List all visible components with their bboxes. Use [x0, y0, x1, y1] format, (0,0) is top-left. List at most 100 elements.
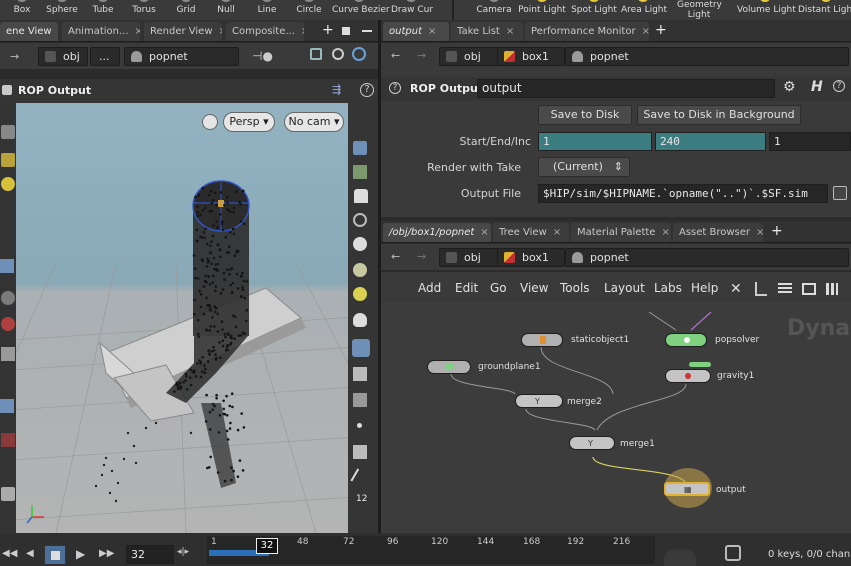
add-tab-icon[interactable]: +	[771, 223, 783, 239]
timeline-track[interactable]: 1 48 72 96 120 144 168 192 216 32	[207, 536, 655, 564]
view-tool-icon[interactable]	[0, 259, 14, 273]
active-display-icon[interactable]	[352, 339, 370, 357]
pose-tool-icon[interactable]	[1, 347, 15, 361]
tab-asset-browser[interactable]: Asset Browser ×	[673, 223, 763, 242]
network-canvas[interactable]: Dynam staticobject1 popsolver groundplan…	[381, 302, 851, 533]
grid-view-icon[interactable]	[826, 283, 838, 295]
tab-output[interactable]: output ×	[383, 22, 449, 41]
transform-tool-icon[interactable]	[0, 399, 14, 413]
shelf-tool-camera[interactable]: Camera	[476, 0, 512, 20]
shelf-tool-box[interactable]: Box	[6, 0, 38, 20]
lightbulb-icon[interactable]	[353, 263, 367, 277]
handle-tool-icon[interactable]	[1, 153, 15, 167]
menu-labs[interactable]: Labs	[654, 281, 682, 295]
panel-view-icon[interactable]	[802, 283, 816, 295]
display-wire-icon[interactable]	[353, 141, 367, 155]
tab-animation[interactable]: Animation... ×	[62, 22, 140, 41]
tab-tree-view[interactable]: Tree View ×	[493, 223, 569, 242]
add-tab-icon[interactable]: +	[655, 22, 667, 38]
menu-edit[interactable]: Edit	[455, 281, 478, 295]
lock-camera-icon[interactable]	[202, 114, 218, 130]
path-obj[interactable]: obj	[439, 248, 499, 267]
display-shaded-icon[interactable]	[353, 165, 367, 179]
h-icon[interactable]: H	[811, 79, 823, 95]
normal-icon[interactable]	[353, 445, 367, 459]
point-number-icon[interactable]: 12	[356, 494, 367, 504]
tab-network-popnet[interactable]: /obj/box1/popnet ×	[383, 223, 491, 242]
menu-tools[interactable]: Tools	[560, 281, 590, 295]
merge1-node[interactable]: Y	[569, 436, 615, 450]
current-frame-marker[interactable]: 32	[256, 538, 278, 554]
tab-take-list[interactable]: Take List ×	[451, 22, 523, 41]
staticobject-node[interactable]	[521, 333, 563, 347]
path-popnet[interactable]: popnet	[565, 248, 849, 267]
save-to-disk-button[interactable]: Save to Disk	[538, 105, 632, 125]
bypass-flag[interactable]	[689, 362, 711, 367]
path-obj[interactable]: obj	[439, 47, 499, 66]
path-ellipsis[interactable]: ...	[90, 47, 120, 66]
tab-composite[interactable]: Composite...×	[226, 22, 304, 41]
back-arrow-icon[interactable]: ←	[391, 49, 400, 62]
shelf-tool-curve-bezier[interactable]: Curve Bezier	[332, 0, 390, 20]
menu-layout[interactable]: Layout	[604, 281, 645, 295]
maximize-icon[interactable]	[362, 30, 372, 32]
render-take-dropdown[interactable]: (Current) ⇕	[538, 157, 630, 177]
menu-help[interactable]: Help	[691, 281, 718, 295]
output-node[interactable]: ▦	[664, 482, 710, 496]
shelf-tool-torus[interactable]: Torus	[128, 0, 160, 20]
path-box1[interactable]: box1	[497, 248, 565, 267]
target-icon[interactable]	[352, 47, 366, 61]
menu-go[interactable]: Go	[490, 281, 507, 295]
back-arrow-icon[interactable]: ←	[391, 250, 400, 263]
shelf-tool-spot-light[interactable]: Spot Light	[571, 0, 617, 20]
back-arrow-icon[interactable]: →	[10, 50, 19, 63]
shelf-tool-area-light[interactable]: Area Light	[621, 0, 667, 20]
shelf-tool-sphere[interactable]: Sphere	[44, 0, 80, 20]
help-icon[interactable]: ?	[389, 82, 401, 94]
path-box1[interactable]: box1	[497, 47, 565, 66]
template-icon[interactable]	[353, 367, 367, 381]
camera-dropdown[interactable]: No cam ▾	[284, 112, 344, 132]
path-popnet[interactable]: popnet	[565, 47, 849, 66]
camera-icon[interactable]	[353, 393, 367, 407]
frame-field[interactable]: 32	[126, 545, 174, 564]
brush-tool-icon[interactable]	[1, 291, 15, 305]
file-browse-icon[interactable]	[833, 186, 847, 200]
merge2-node[interactable]: Y	[515, 394, 563, 408]
scene-viewport[interactable]: Persp ▾ No cam ▾	[16, 103, 348, 533]
path-popnet[interactable]: popnet	[124, 47, 239, 66]
gear-icon[interactable]: ⚙	[783, 79, 796, 95]
forward-arrow-icon[interactable]: →	[417, 250, 426, 263]
tab-material-palette[interactable]: Material Palette ×	[571, 223, 671, 242]
shelf-tool-circle[interactable]: Circle	[292, 0, 326, 20]
paint-tool-icon[interactable]	[1, 317, 15, 331]
shelf-tool-geometry-light[interactable]: Geometry Light	[677, 0, 725, 20]
wrench-icon[interactable]: ✕	[730, 281, 742, 297]
tab-performance-monitor[interactable]: Performance Monitor ×	[525, 22, 649, 41]
increment-field[interactable]: 1	[769, 132, 851, 151]
rop-name-field[interactable]: output	[477, 79, 775, 98]
pane-divider[interactable]	[378, 20, 381, 533]
pin-icon[interactable]: ⊣●	[252, 49, 273, 63]
handle2-tool-icon[interactable]	[1, 433, 15, 447]
jump-end-icon[interactable]: ▶▶	[99, 548, 114, 559]
shelf-tool-grid[interactable]: Grid	[172, 0, 200, 20]
tree-layout-icon[interactable]	[755, 282, 767, 296]
xray-icon[interactable]	[353, 213, 367, 227]
display-options-icon[interactable]: ⇶	[332, 83, 346, 97]
render-region-icon[interactable]	[1, 487, 15, 501]
shelf-tool-volume-light[interactable]: Volume Light	[737, 0, 796, 20]
lock-icon[interactable]	[354, 189, 368, 203]
popsolver-node[interactable]	[665, 333, 707, 347]
gravity-node[interactable]	[665, 369, 711, 383]
key-options-icon[interactable]	[725, 545, 741, 561]
help-icon[interactable]: ?	[360, 83, 374, 97]
forward-arrow-icon[interactable]: →	[417, 49, 426, 62]
shelf-tool-tube[interactable]: Tube	[88, 0, 118, 20]
light-tool-icon[interactable]	[1, 177, 15, 191]
vector-icon[interactable]	[350, 468, 370, 488]
shelf-tool-null[interactable]: Null	[212, 0, 240, 20]
step-back-icon[interactable]: ◂|▸	[177, 547, 189, 557]
output-file-field[interactable]: $HIP/sim/$HIPNAME.`opname("..")`.$SF.sim	[538, 184, 828, 203]
add-tab-icon[interactable]: +	[322, 22, 334, 38]
